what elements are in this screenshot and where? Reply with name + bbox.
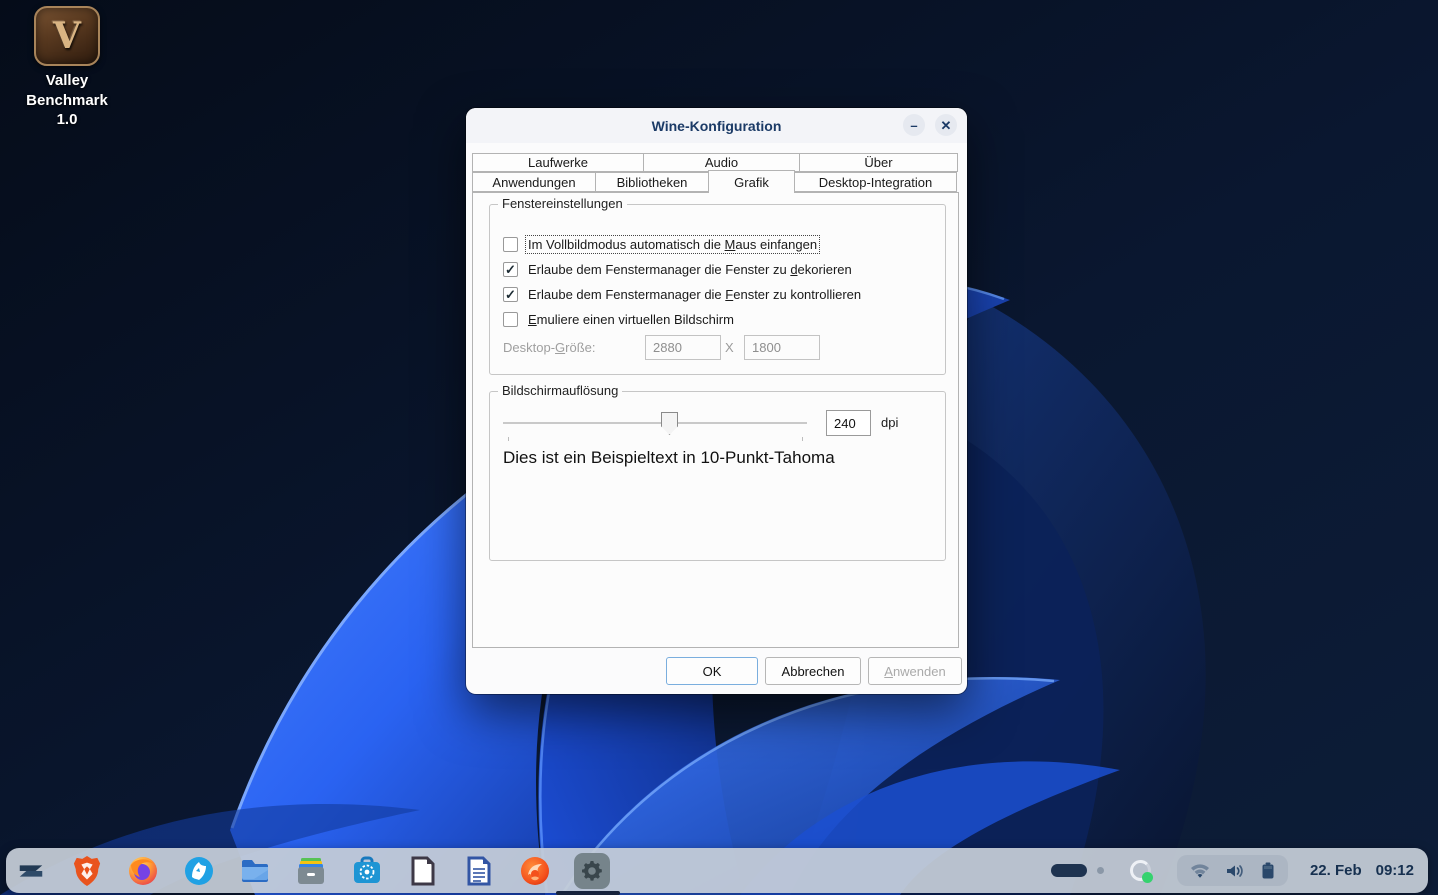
tray-status-icon[interactable] [1130,860,1151,881]
dpi-slider-track[interactable] [503,422,807,424]
checkmark-icon: ✓ [505,287,516,303]
archive-manager-icon[interactable] [294,854,328,888]
tab-strip: Laufwerke Audio Über Anwendungen Bibliot… [472,153,960,193]
libreoffice-writer-icon[interactable] [462,854,496,888]
tab-ueber[interactable]: Über [799,153,958,172]
settings-icon[interactable] [574,853,610,889]
size-separator: X [725,340,734,355]
desktop-size-row: Desktop-Größe: X [503,335,933,360]
ok-button[interactable]: OK [666,657,758,685]
window-title: Wine-Konfiguration [652,118,782,134]
volume-icon [1226,863,1245,879]
tray-dot-icon[interactable] [1097,867,1104,874]
tab-laufwerke[interactable]: Laufwerke [472,153,644,172]
desktop-size-label: Desktop-Größe: [503,340,596,355]
group-title: Bildschirmauflösung [498,383,622,398]
wine-configuration-window: Wine-Konfiguration – ✕ Laufwerke Audio Ü… [466,108,967,694]
software-store-icon[interactable] [350,854,384,888]
taskbar-apps [6,853,610,889]
checkbox-row-decorate-windows: ✓ Erlaube dem Fenstermanager die Fenster… [503,261,854,278]
librewolf-browser-icon[interactable] [182,854,216,888]
active-app-indicator [556,891,620,895]
checkbox-row-capture-mouse: Im Vollbildmodus automatisch die Maus ei… [503,236,819,253]
virtual-desktop-label[interactable]: Emuliere einen virtuellen Bildschirm [526,311,736,328]
desktop-shortcut-valley-benchmark[interactable]: V Valley Benchmark 1.0 [8,6,126,130]
checkbox-row-control-windows: ✓ Erlaube dem Fenstermanager die Fenster… [503,286,863,303]
firefox-icon[interactable] [126,854,160,888]
minimize-icon: – [910,119,917,132]
control-windows-checkbox[interactable]: ✓ [503,287,518,302]
virtual-desktop-checkbox[interactable] [503,312,518,327]
capture-mouse-checkbox[interactable] [503,237,518,252]
tab-grafik[interactable]: Grafik [708,170,795,193]
grafik-tab-page: Fenstereinstellungen Im Vollbildmodus au… [472,192,959,648]
taskbar-clock[interactable]: 22. Feb 09:12 [1310,862,1414,879]
file-manager-icon[interactable] [238,854,272,888]
clock-date: 22. Feb [1310,862,1362,879]
tab-desktop-integration[interactable]: Desktop-Integration [794,172,957,192]
phoenix-app-icon[interactable] [518,854,552,888]
close-icon: ✕ [941,119,952,132]
tray-pill-icon[interactable] [1051,864,1087,877]
taskbar: 22. Feb 09:12 [6,848,1428,893]
dialog-button-row: OK Abbrechen Anwenden [466,657,967,685]
titlebar[interactable]: Wine-Konfiguration – ✕ [466,108,967,143]
cancel-button[interactable]: Abbrechen [765,657,861,685]
battery-icon [1261,862,1275,879]
decorate-windows-label[interactable]: Erlaube dem Fenstermanager die Fenster z… [526,261,854,278]
dpi-value-field[interactable] [826,410,871,436]
clock-time: 09:12 [1376,862,1414,879]
group-bildschirmaufloesung: Bildschirmauflösung dpi Dies ist ein Bei… [489,391,946,561]
group-title: Fenstereinstellungen [498,196,627,211]
checkbox-row-virtual-desktop: Emuliere einen virtuellen Bildschirm [503,311,736,328]
dpi-slider-thumb[interactable] [661,412,678,435]
system-status-group[interactable] [1177,855,1288,886]
capture-mouse-label[interactable]: Im Vollbildmodus automatisch die Maus ei… [526,236,819,253]
control-windows-label[interactable]: Erlaube dem Fenstermanager die Fenster z… [526,286,863,303]
tab-row-2: Anwendungen Bibliotheken Grafik Desktop-… [472,172,960,193]
decorate-windows-checkbox[interactable]: ✓ [503,262,518,277]
font-sample-text: Dies ist ein Beispieltext in 10-Punkt-Ta… [503,448,835,468]
group-fenstereinstellungen: Fenstereinstellungen Im Vollbildmodus au… [489,204,946,375]
tab-bibliotheken[interactable]: Bibliotheken [595,172,709,192]
slider-tick-max [802,437,803,441]
valley-benchmark-icon: V [34,6,100,66]
valley-v-glyph: V [53,15,81,57]
libreoffice-icon[interactable] [406,854,440,888]
close-button[interactable]: ✕ [935,114,957,136]
wifi-icon [1190,863,1210,879]
window-controls: – ✕ [903,114,957,136]
zorin-menu-icon[interactable] [14,854,48,888]
desktop: V Valley Benchmark 1.0 Wine-Konfiguratio… [0,0,1438,895]
dpi-unit-label: dpi [881,415,898,430]
tray-online-dot [1142,872,1153,883]
checkmark-icon: ✓ [505,262,516,278]
slider-tick-min [508,437,509,441]
minimize-button[interactable]: – [903,114,925,136]
brave-browser-icon[interactable] [70,854,104,888]
desktop-width-field[interactable] [645,335,721,360]
tab-anwendungen[interactable]: Anwendungen [472,172,596,192]
desktop-height-field[interactable] [744,335,820,360]
apply-button[interactable]: Anwenden [868,657,962,685]
taskbar-tray: 22. Feb 09:12 [1051,855,1428,886]
desktop-shortcut-label: Valley Benchmark 1.0 [8,71,126,130]
